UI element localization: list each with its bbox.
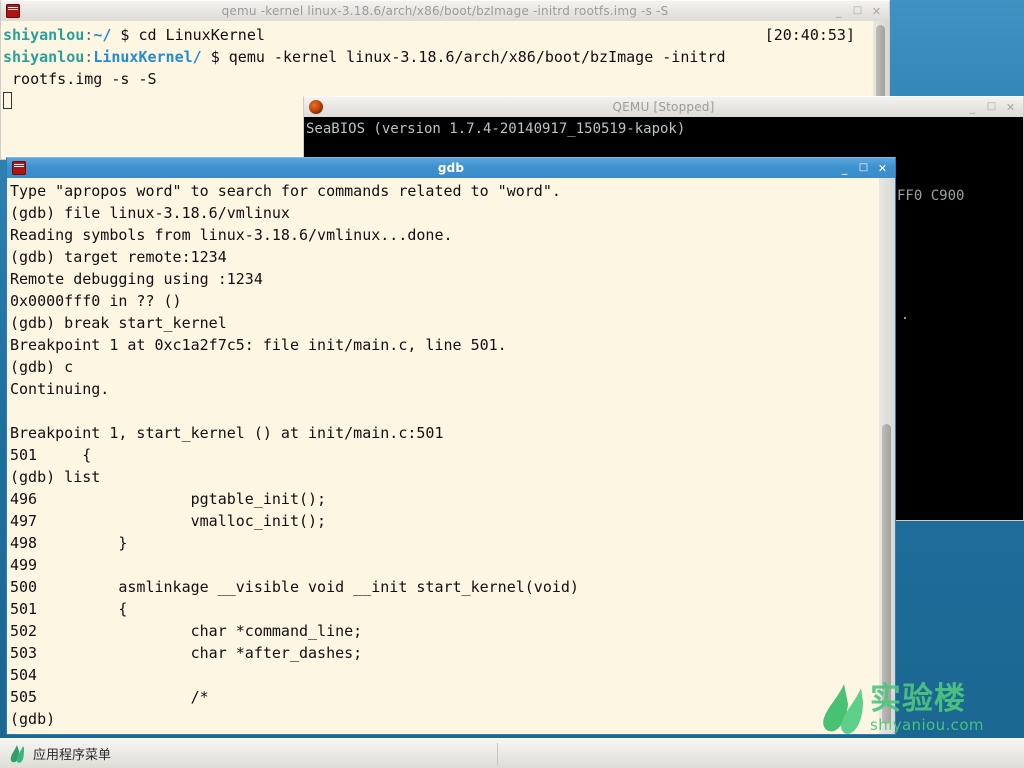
- taskbar[interactable]: 应用程序菜单: [0, 738, 1024, 768]
- minimize-icon[interactable]: _: [832, 5, 845, 18]
- qemu-console-text: SeaBIOS (version 1.7.4-20140917_150519-k…: [306, 121, 686, 137]
- qemu-titlebar[interactable]: QEMU [Stopped] _ □ ✕: [303, 96, 1024, 117]
- gdb-title: gdb: [437, 161, 465, 175]
- terminal-title: qemu -kernel linux-3.18.6/arch/x86/boot/…: [221, 4, 669, 18]
- terminal-window-buttons[interactable]: _ □ ✕: [832, 5, 889, 18]
- prompt-sep: :: [84, 26, 94, 44]
- prompt-path: ~/: [93, 26, 112, 44]
- gdb-window-buttons[interactable]: _ □ ✕: [838, 162, 895, 175]
- prompt-host: shiyanlou: [3, 48, 85, 66]
- close-icon[interactable]: ✕: [870, 5, 883, 18]
- maximize-icon[interactable]: □: [985, 101, 998, 114]
- close-icon[interactable]: ✕: [1004, 101, 1017, 114]
- qemu-title: QEMU [Stopped]: [612, 100, 715, 114]
- terminal-clock: [20:40:53]: [764, 26, 855, 44]
- prompt-host: shiyanlou: [3, 26, 85, 44]
- taskbar-separator: [497, 742, 499, 765]
- app-menu-button[interactable]: 应用程序菜单: [0, 739, 121, 768]
- qemu-right-fragment: FF0 C900: [897, 188, 965, 204]
- terminal-cursor: [3, 92, 12, 109]
- terminal-icon: [6, 4, 20, 18]
- gdb-body[interactable]: Type "apropos word" to search for comman…: [6, 178, 896, 735]
- gdb-titlebar[interactable]: gdb _ □ ✕: [6, 157, 896, 178]
- maximize-icon[interactable]: □: [857, 162, 870, 175]
- desktop: qemu -kernel linux-3.18.6/arch/x86/boot/…: [0, 0, 1024, 768]
- qemu-icon: [309, 100, 323, 114]
- gdb-scrollbar-thumb[interactable]: [882, 424, 891, 724]
- shiyanlou-leaf-icon: [10, 744, 25, 763]
- gdb-output: Type "apropos word" to search for comman…: [10, 182, 579, 728]
- qemu-window-buttons[interactable]: _ □ ✕: [966, 101, 1023, 114]
- minimize-icon[interactable]: _: [838, 162, 851, 175]
- gdb-scrollbar[interactable]: [879, 178, 895, 734]
- minimize-icon[interactable]: _: [966, 101, 979, 114]
- terminal-titlebar[interactable]: qemu -kernel linux-3.18.6/arch/x86/boot/…: [0, 0, 890, 21]
- prompt-path: LinuxKernel/: [93, 48, 202, 66]
- qemu-pixel-artifact: [904, 317, 906, 319]
- terminal-icon: [12, 161, 26, 175]
- gdb-window[interactable]: gdb _ □ ✕ Type "apropos word" to search …: [6, 157, 896, 735]
- app-menu-label: 应用程序菜单: [33, 748, 112, 763]
- terminal-line-1: $ cd LinuxKernel: [111, 26, 265, 44]
- close-icon[interactable]: ✕: [876, 162, 889, 175]
- terminal-line-2: $ qemu -kernel linux-3.18.6/arch/x86/boo…: [201, 48, 726, 66]
- prompt-sep: :: [84, 48, 94, 66]
- maximize-icon[interactable]: □: [851, 5, 864, 18]
- terminal-line-3: rootfs.img -s -S: [3, 70, 157, 88]
